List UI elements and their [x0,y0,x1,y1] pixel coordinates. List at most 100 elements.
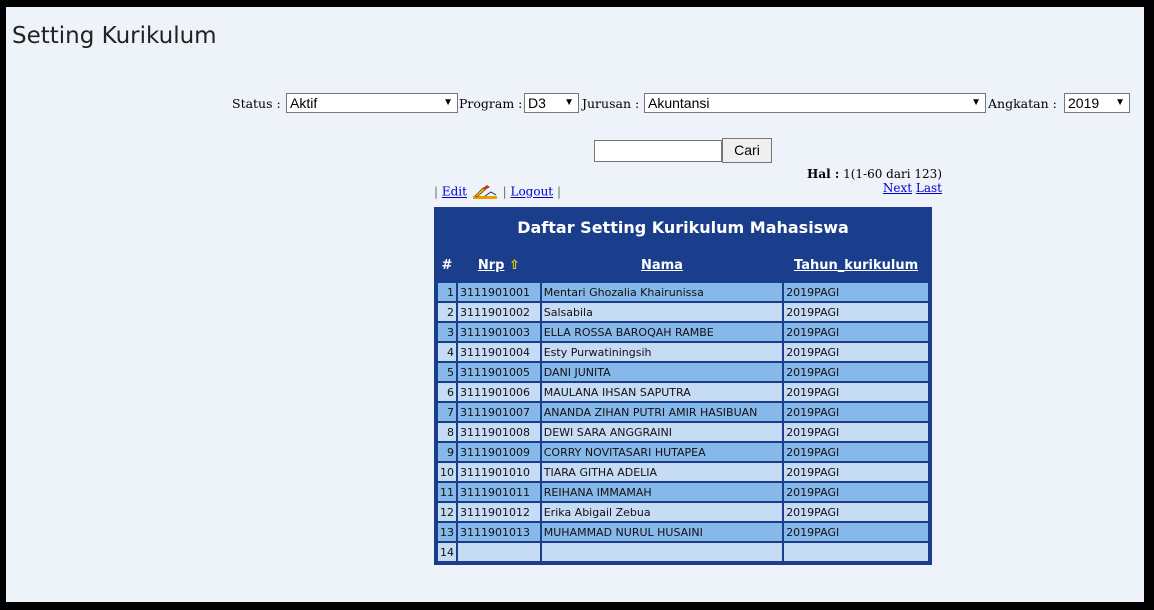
tahun-kurikulum-cell: 2019PAGI [784,383,928,401]
row-number-cell: 8 [438,423,456,441]
nama-cell: MAULANA IHSAN SAPUTRA [541,383,783,401]
tahun-kurikulum-cell: 2019PAGI [784,463,928,481]
next-link[interactable]: Next [883,181,912,195]
nrp-cell: 3111901010 [458,463,540,481]
program-select[interactable]: D3 ▼ [524,93,579,113]
kurikulum-table-panel: Daftar Setting Kurikulum Mahasiswa # Nrp… [434,207,932,565]
status-label: Status : [232,96,281,111]
nama-cell: Mentari Ghozalia Khairunissa [541,283,783,301]
tahun-kurikulum-cell: 2019PAGI [784,483,928,501]
nrp-cell [458,543,540,561]
row-number-cell: 1 [438,283,456,301]
tahun-kurikulum-cell: 2019PAGI [784,403,928,421]
nama-cell: DANI JUNITA [541,363,783,381]
sort-nrp-link[interactable]: Nrp [478,258,505,273]
table-row: 14 [438,543,928,561]
nama-cell: ELLA ROSSA BAROQAH RAMBE [541,323,783,341]
jurusan-label: Jurusan : [582,96,640,111]
column-header-number: # [438,249,456,281]
table-row: 8 3111901008 DEWI SARA ANGGRAINI 2019PAGI [438,423,928,441]
column-header-nama[interactable]: Nama [541,249,783,281]
nama-cell: TIARA GITHA ADELIA [541,463,783,481]
nrp-cell: 3111901008 [458,423,540,441]
program-label: Program : [459,96,523,111]
status-select[interactable]: Aktif ▼ [286,93,458,113]
table-row: 11 3111901011 REIHANA IMMAMAH 2019PAGI [438,483,928,501]
nama-cell: CORRY NOVITASARI HUTAPEA [541,443,783,461]
table-row: 6 3111901006 MAULANA IHSAN SAPUTRA 2019PAGI [438,383,928,401]
table-row: 5 3111901005 DANI JUNITA 2019PAGI [438,363,928,381]
nama-cell: MUHAMMAD NURUL HUSAINI [541,523,783,541]
nrp-cell: 3111901005 [458,363,540,381]
row-number-cell: 4 [438,343,456,361]
row-number-cell: 9 [438,443,456,461]
table-title: Daftar Setting Kurikulum Mahasiswa [517,218,849,237]
nrp-cell: 3111901004 [458,343,540,361]
chevron-down-icon: ▼ [564,97,574,108]
nama-cell: ANANDA ZIHAN PUTRI AMIR HASIBUAN [541,403,783,421]
nrp-cell: 3111901006 [458,383,540,401]
program-value: D3 [528,95,546,111]
row-number-cell: 3 [438,323,456,341]
row-number-cell: 10 [438,463,456,481]
jurusan-select[interactable]: Akuntansi ▼ [644,93,986,113]
chevron-down-icon: ▼ [443,97,453,108]
nama-cell: DEWI SARA ANGGRAINI [541,423,783,441]
column-header-nrp[interactable]: Nrp ⇧ [458,249,540,281]
search-input[interactable] [594,140,722,162]
tahun-kurikulum-cell: 2019PAGI [784,443,928,461]
row-number-cell: 13 [438,523,456,541]
nrp-cell: 3111901013 [458,523,540,541]
row-number-cell: 11 [438,483,456,501]
tahun-kurikulum-cell: 2019PAGI [784,303,928,321]
pager-label: Hal : [806,167,840,181]
tahun-kurikulum-cell: 2019PAGI [784,283,928,301]
angkatan-value: 2019 [1068,95,1100,111]
sort-tahun-link[interactable]: Tahun_kurikulum [794,258,918,273]
tahun-kurikulum-cell: 2019PAGI [784,503,928,521]
nrp-cell: 3111901007 [458,403,540,421]
edit-link[interactable]: Edit [442,185,467,199]
table-row: 3 3111901003 ELLA ROSSA BAROQAH RAMBE 2019P… [438,323,928,341]
nrp-cell: 3111901011 [458,483,540,501]
tahun-kurikulum-cell: 2019PAGI [784,363,928,381]
pencil-icon[interactable] [471,184,499,200]
last-link[interactable]: Last [916,181,942,195]
nama-cell: REIHANA IMMAMAH [541,483,783,501]
row-number-cell: 6 [438,383,456,401]
status-value: Aktif [290,95,318,111]
page-frame: Setting Kurikulum Status : Aktif ▼ Progr… [4,5,1146,604]
nrp-cell: 3111901001 [458,283,540,301]
column-header-tahun-kurikulum[interactable]: Tahun_kurikulum [784,249,928,281]
logout-link[interactable]: Logout [510,185,553,199]
row-number-cell: 14 [438,543,456,561]
nrp-cell: 3111901009 [458,443,540,461]
page-title: Setting Kurikulum [12,23,217,49]
row-number-cell: 2 [438,303,456,321]
nama-cell: Salsabila [541,303,783,321]
tahun-kurikulum-cell: 2019PAGI [784,423,928,441]
filter-bar: Status : Aktif ▼ Program : D3 ▼ Jurusan … [6,93,1140,115]
table-row: 2 3111901002 Salsabila 2019PAGI [438,303,928,321]
row-number-cell: 5 [438,363,456,381]
angkatan-select[interactable]: 2019 ▼ [1064,93,1130,113]
action-links: | Edit | Logout | [434,184,561,200]
nama-cell: Esty Purwatiningsih [541,343,783,361]
tahun-kurikulum-cell: 2019PAGI [784,323,928,341]
table-row: 10 3111901010 TIARA GITHA ADELIA 2019PAGI [438,463,928,481]
sort-nama-link[interactable]: Nama [641,258,683,273]
row-number-cell: 7 [438,403,456,421]
nrp-cell: 3111901012 [458,503,540,521]
table-row: 12 3111901012 Erika Abigail Zebua 2019PAGI [438,503,928,521]
search-button[interactable]: Cari [722,138,772,163]
table-row: 4 3111901004 Esty Purwatiningsih 2019PAGI [438,343,928,361]
tahun-kurikulum-cell [784,543,928,561]
tahun-kurikulum-cell: 2019PAGI [784,343,928,361]
sort-up-arrow-icon[interactable]: ⇧ [509,258,520,273]
pager-info: 1(1-60 dari 123) [843,167,942,181]
jurusan-value: Akuntansi [648,95,710,111]
angkatan-label: Angkatan : [988,96,1057,111]
row-number-cell: 12 [438,503,456,521]
tahun-kurikulum-cell: 2019PAGI [784,523,928,541]
table-row: 13 3111901013 MUHAMMAD NURUL HUSAINI 2019PA… [438,523,928,541]
